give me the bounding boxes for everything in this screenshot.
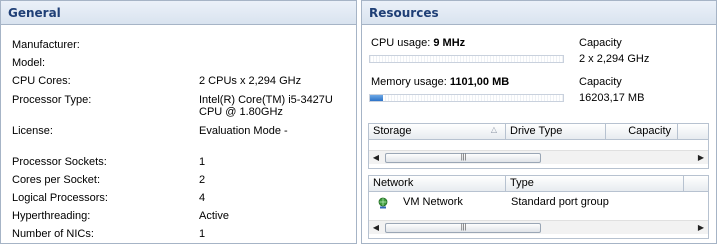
cpu-cores-label: CPU Cores: [12,75,71,87]
storage-header-filler [678,124,709,140]
network-table: Network Type VM Network Standard port gr… [368,175,709,239]
memory-usage: Memory usage: 1101,00 MB [371,76,509,88]
memory-usage-meter-fill [370,95,384,101]
resources-panel-title: Resources [362,1,716,25]
memory-usage-meter [369,94,564,102]
cores-per-socket-value: 2 [199,174,206,186]
network-scroll-thumb[interactable]: | | | [385,223,541,233]
scroll-right-icon[interactable]: ▶ [694,151,708,165]
number-of-nics-value: 1 [199,228,206,240]
processor-type-label: Processor Type: [12,94,92,106]
network-name-cell: VM Network [403,196,463,208]
cpu-usage-label: CPU usage: [371,37,431,49]
general-panel: General Manufacturer: Model: CPU Cores: … [0,0,357,244]
cpu-capacity-value: 2 x 2,294 GHz [579,53,650,65]
network-icon [378,197,388,209]
scroll-right-icon[interactable]: ▶ [694,221,708,235]
memory-capacity-value: 16203,17 MB [579,92,645,104]
license-label: License: [12,125,53,137]
memory-usage-label: Memory usage: [371,76,447,88]
storage-column-header[interactable]: Storage △ [369,124,506,140]
general-panel-title: General [1,1,356,25]
storage-horizontal-scrollbar[interactable]: ◀ | | | ▶ [369,150,708,164]
network-type-cell: Standard port group [511,196,609,208]
cpu-capacity-label: Capacity [579,37,622,49]
drive-type-column-header[interactable]: Drive Type [506,124,606,140]
cores-per-socket-label: Cores per Socket: [12,174,101,186]
storage-table-header: Storage △ Drive Type Capacity [369,124,708,140]
model-label: Model: [12,57,46,69]
processor-sockets-value: 1 [199,156,206,168]
network-header-filler [684,176,709,192]
cpu-usage-meter [369,55,564,63]
cpu-cores-value: 2 CPUs x 2,294 GHz [199,75,302,87]
hyperthreading-value: Active [199,210,229,222]
sort-ascending-icon: △ [490,125,497,134]
memory-capacity-label: Capacity [579,76,622,88]
processor-sockets-label: Processor Sockets: [12,156,107,168]
hyperthreading-label: Hyperthreading: [12,210,91,222]
processor-type-value-line2: CPU @ 1.80GHz [199,106,283,118]
network-table-header: Network Type [369,176,708,192]
type-column-header[interactable]: Type [506,176,684,192]
manufacturer-label: Manufacturer: [12,39,80,51]
network-horizontal-scrollbar[interactable]: ◀ | | | ▶ [369,220,708,234]
capacity-column-header[interactable]: Capacity [606,124,678,140]
network-column-header[interactable]: Network [369,176,506,192]
scroll-left-icon[interactable]: ◀ [369,221,383,235]
cpu-usage-value: 9 MHz [433,37,466,49]
license-value: Evaluation Mode - [199,125,288,137]
resources-panel: Resources CPU usage: 9 MHz Capacity 2 x … [361,0,717,244]
logical-processors-label: Logical Processors: [12,192,108,204]
number-of-nics-label: Number of NICs: [12,228,94,240]
cpu-usage: CPU usage: 9 MHz [371,37,465,49]
processor-type-value: Intel(R) Core(TM) i5-3427U [199,94,333,106]
storage-column-label: Storage [373,125,412,137]
logical-processors-value: 4 [199,192,206,204]
memory-usage-value: 1101,00 MB [449,76,510,88]
storage-table: Storage △ Drive Type Capacity ◀ | | | ▶ [368,123,709,169]
network-row[interactable]: VM Network Standard port group [369,194,708,212]
scroll-left-icon[interactable]: ◀ [369,151,383,165]
storage-scroll-thumb[interactable]: | | | [385,153,541,163]
